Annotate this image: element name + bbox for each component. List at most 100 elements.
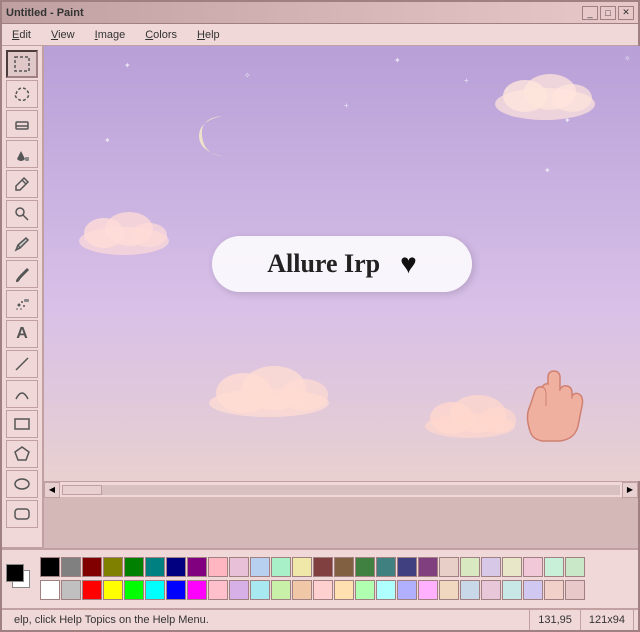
tool-pick-color[interactable] [6,170,38,198]
palette-cell-39[interactable] [439,580,459,600]
badge-name: Allure Irp [267,249,380,279]
tool-zoom[interactable] [6,200,38,228]
palette-cell-33[interactable] [376,580,396,600]
palette-cell-27[interactable] [313,580,333,600]
palette-cell-28[interactable] [334,557,354,577]
foreground-color-box[interactable] [6,564,24,582]
palette-cell-8[interactable] [124,557,144,577]
palette-cell-31[interactable] [355,580,375,600]
tool-rect[interactable] [6,410,38,438]
tool-select-rect[interactable] [6,50,38,78]
star-1: ✦ [124,61,131,70]
palette-cell-34[interactable] [397,557,417,577]
palette-cell-21[interactable] [250,580,270,600]
cloud-bottom-center [204,363,334,421]
palette-cell-0[interactable] [40,557,60,577]
palette-cell-45[interactable] [502,580,522,600]
palette-cell-6[interactable] [103,557,123,577]
palette-cell-49[interactable] [544,580,564,600]
palette-cell-25[interactable] [292,580,312,600]
scroll-left-button[interactable]: ◀ [44,482,60,498]
scroll-thumb[interactable] [62,485,102,495]
palette-cell-26[interactable] [313,557,333,577]
tool-pencil[interactable] [6,230,38,258]
status-coordinates: 131,95 [530,610,581,630]
palette-cell-4[interactable] [82,557,102,577]
palette-cell-48[interactable] [544,557,564,577]
palette-cell-51[interactable] [565,580,585,600]
palette-cell-30[interactable] [355,557,375,577]
palette-cell-22[interactable] [271,557,291,577]
tool-select-free[interactable] [6,80,38,108]
tool-airbrush[interactable] [6,290,38,318]
palette-cell-38[interactable] [439,557,459,577]
palette-cell-17[interactable] [208,580,228,600]
palette-cell-2[interactable] [61,557,81,577]
horizontal-scrollbar[interactable]: ◀ ▶ [44,481,638,497]
palette-cell-20[interactable] [250,557,270,577]
palette-cell-42[interactable] [481,557,501,577]
star-8: + [344,101,349,110]
palette-cell-23[interactable] [271,580,291,600]
menu-image[interactable]: Image [89,27,132,43]
status-dimensions: 121x94 [581,610,634,630]
tool-polygon[interactable] [6,440,38,468]
maximize-button[interactable]: □ [600,6,616,20]
palette-cell-40[interactable] [460,557,480,577]
palette-cell-15[interactable] [187,580,207,600]
palette-cell-50[interactable] [565,557,585,577]
palette-cell-9[interactable] [124,580,144,600]
palette-cell-36[interactable] [418,557,438,577]
close-button[interactable]: ✕ [618,6,634,20]
palette-cell-3[interactable] [61,580,81,600]
palette-cell-1[interactable] [40,580,60,600]
palette-cell-47[interactable] [523,580,543,600]
status-bar: elp, click Help Topics on the Help Menu.… [2,608,638,630]
dimensions-text: 121x94 [589,614,625,626]
palette-cell-13[interactable] [166,580,186,600]
palette-cell-46[interactable] [523,557,543,577]
star-2: ✧ [244,71,251,80]
palette-cell-32[interactable] [376,557,396,577]
tool-line[interactable] [6,350,38,378]
painting-canvas[interactable]: ✦ ✧ ✦ ✧ ✦ ✧ ✦ + + ✦ [44,46,640,481]
scroll-right-button[interactable]: ▶ [622,482,638,498]
menu-edit[interactable]: Edit [6,27,37,43]
color-palette-grid [40,557,585,602]
tool-fill[interactable] [6,140,38,168]
tool-text[interactable]: A [6,320,38,348]
palette-cell-5[interactable] [82,580,102,600]
palette-cell-11[interactable] [145,580,165,600]
palette-cell-44[interactable] [502,557,522,577]
palette-cell-29[interactable] [334,580,354,600]
palette-cell-24[interactable] [292,557,312,577]
paint-window: Untitled - Paint _ □ ✕ Edit View Image C… [0,0,640,632]
palette-cell-12[interactable] [166,557,186,577]
palette-cell-43[interactable] [481,580,501,600]
palette-cell-41[interactable] [460,580,480,600]
menu-view[interactable]: View [45,27,81,43]
palette-cell-10[interactable] [145,557,165,577]
current-colors[interactable] [6,564,36,594]
menu-colors[interactable]: Colors [139,27,183,43]
cloud-top-right [490,66,600,124]
palette-cell-16[interactable] [208,557,228,577]
tool-ellipse[interactable] [6,470,38,498]
window-controls: _ □ ✕ [582,6,634,20]
minimize-button[interactable]: _ [582,6,598,20]
palette-cell-7[interactable] [103,580,123,600]
status-help: elp, click Help Topics on the Help Menu. [6,610,530,630]
palette-cell-14[interactable] [187,557,207,577]
scroll-track[interactable] [62,485,620,495]
palette-cell-35[interactable] [397,580,417,600]
tool-rounded-rect[interactable] [6,500,38,528]
menu-help[interactable]: Help [191,27,226,43]
tool-eraser[interactable] [6,110,38,138]
moon-icon [184,106,244,166]
palette-cell-37[interactable] [418,580,438,600]
palette-cell-18[interactable] [229,557,249,577]
tool-brush[interactable] [6,260,38,288]
tool-curve[interactable] [6,380,38,408]
palette-cell-19[interactable] [229,580,249,600]
main-area: A [2,46,638,548]
